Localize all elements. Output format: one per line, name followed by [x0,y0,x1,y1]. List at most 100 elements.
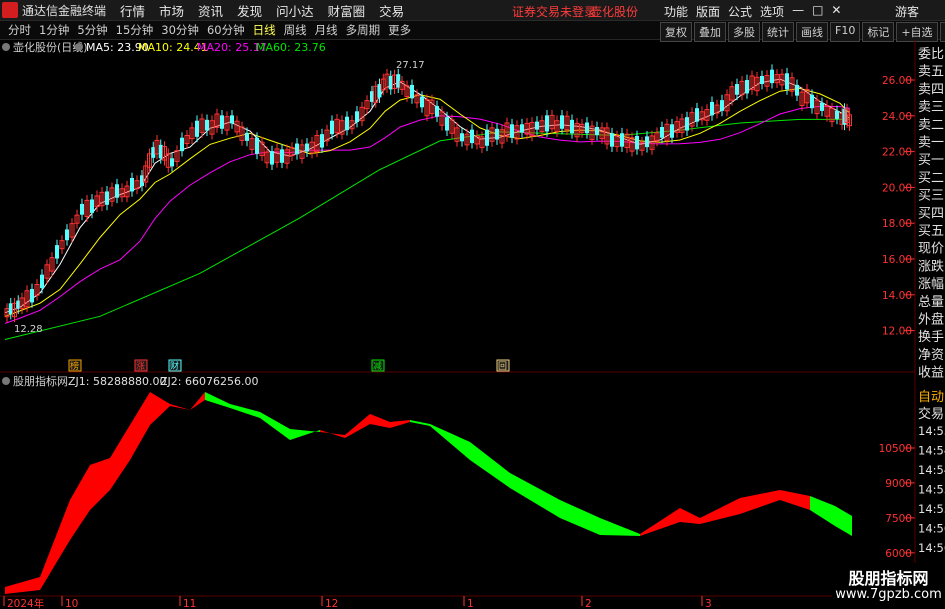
candle-body [745,80,749,94]
candle-body [470,129,474,144]
price-tick-label: 12.00 [882,326,912,338]
event-marker-3: 减 [373,360,382,372]
f10-button[interactable]: F10 [830,22,861,42]
band-segment [810,496,835,526]
price-pane[interactable] [4,64,852,340]
band-segment [70,465,90,540]
indicator-axis: 10500 9000 7500 6000 [879,443,915,560]
menu-wealth-circle[interactable]: 财富圈 [328,1,366,20]
candle-body [685,117,689,131]
ma60-line [4,118,850,340]
menu-ask-xiaoda[interactable]: 问小达 [276,1,314,20]
adjust-button[interactable]: 复权 [660,22,692,42]
band-segment [320,430,345,438]
candle-body [720,100,724,111]
period-tab-30min[interactable]: 30分钟 [161,22,199,38]
guest-label[interactable]: 游客 [895,3,919,20]
band-segment [130,392,150,460]
candle-body [635,135,639,150]
band-segment [40,500,70,590]
candle-body [255,137,259,154]
back-button[interactable]: 返回 [939,22,945,42]
indicator-settings-icon[interactable] [2,377,10,385]
candle-body [410,84,414,99]
menu-function[interactable]: 功能 [664,3,688,20]
indicator-title: 股朋指标网 [13,374,68,388]
period-tab-multi[interactable]: 多周期 [346,22,381,38]
menu-market[interactable]: 市场 [159,1,184,20]
band-segment [430,424,470,460]
candle-body [820,102,824,111]
candle-body [170,158,174,167]
ma10-line [4,87,851,317]
candle-body [280,149,284,163]
indicator-band[interactable] [5,392,852,594]
side-label-3: 卖三 [918,100,944,115]
stats-button[interactable]: 统计 [762,22,794,42]
period-tab-weekly[interactable]: 周线 [284,22,307,38]
side-trade-time: 14:54 [918,444,945,458]
menu-quotes[interactable]: 行情 [120,1,145,20]
candle-body [295,143,299,155]
period-tab-more[interactable]: 更多 [388,22,411,38]
add-watchlist-button[interactable]: +自选 [896,22,938,42]
band-segment [740,490,780,514]
date-tick-label: 3 [705,598,712,609]
candle-body [610,133,614,147]
candle-body [115,184,119,198]
candle-body [355,111,359,123]
menu-formula[interactable]: 公式 [728,3,752,20]
right-menu: 功能 版面 公式 选项 — □ ✕ [664,3,841,20]
period-tab-5min[interactable]: 5分钟 [77,22,107,38]
overlay-button[interactable]: 叠加 [694,22,726,42]
minimize-icon[interactable]: — [792,3,804,20]
draw-line-button[interactable]: 画线 [796,22,828,42]
band-segment [600,518,640,536]
menu-trade[interactable]: 交易 [379,1,404,20]
band-segment [640,508,680,536]
menu-layout[interactable]: 版面 [696,3,720,20]
band-segment [110,425,130,490]
period-tab-15min[interactable]: 15分钟 [116,22,154,38]
price-tick-label: 20.00 [882,182,912,194]
period-tab-monthly[interactable]: 月线 [315,22,338,38]
mark-button[interactable]: 标记 [862,22,895,42]
period-toolbar: 分时 1分钟 5分钟 15分钟 30分钟 60分钟 日线 周线 月线 多周期 更… [0,21,945,42]
candle-body [195,120,199,137]
side-trade-time: 14:55 [918,424,945,438]
kline-settings-icon[interactable] [2,43,10,51]
band-segment [90,458,110,510]
maximize-icon[interactable]: □ [812,3,823,20]
side-label-14: 总量 [918,295,944,310]
chart-area[interactable]: 壶化股份(日线) MA5: 23.90 MA10: 24.41 MA20: 25… [0,40,945,609]
price-tick-label: 26.00 [882,75,912,87]
quote-side-panel: 委比卖五卖四卖三卖二卖一买一买二买三买四买五现价涨跌涨幅总量外盘换手净资收益自动… [918,47,945,575]
band-segment [470,442,510,488]
candle-body [270,151,274,165]
candle-body [810,94,814,109]
multi-stock-button[interactable]: 多股 [728,22,760,42]
side-label-7: 买二 [918,171,944,186]
period-tab-60min[interactable]: 60分钟 [207,22,245,38]
date-tick-label: 1 [467,598,474,609]
candle-body [80,203,84,215]
candle-body [330,120,334,135]
indicator-legend: 股朋指标网 ZJ1: 58288880.00 ZJ2: 66076256.00 [2,374,258,388]
side-label-9: 买四 [918,206,944,221]
band-segment [5,577,40,594]
close-icon[interactable]: ✕ [831,3,841,20]
menu-discover[interactable]: 发现 [237,1,262,20]
period-tab-daily[interactable]: 日线 [253,22,276,38]
menu-news[interactable]: 资讯 [198,1,223,20]
candle-body [435,105,439,117]
price-tick-label: 24.00 [882,111,912,123]
side-label-6: 买一 [918,153,944,168]
current-stock-name: 壶化股份 [590,5,639,19]
period-tab-1min[interactable]: 1分钟 [39,22,69,38]
period-tab-timeshare[interactable]: 分时 [8,22,31,38]
band-segment [510,473,560,518]
price-tick-label: 22.00 [882,147,912,159]
ma-settings-icon[interactable] [75,43,83,51]
login-status[interactable]: 证券交易未登录 [512,3,596,20]
menu-options[interactable]: 选项 [760,3,784,20]
